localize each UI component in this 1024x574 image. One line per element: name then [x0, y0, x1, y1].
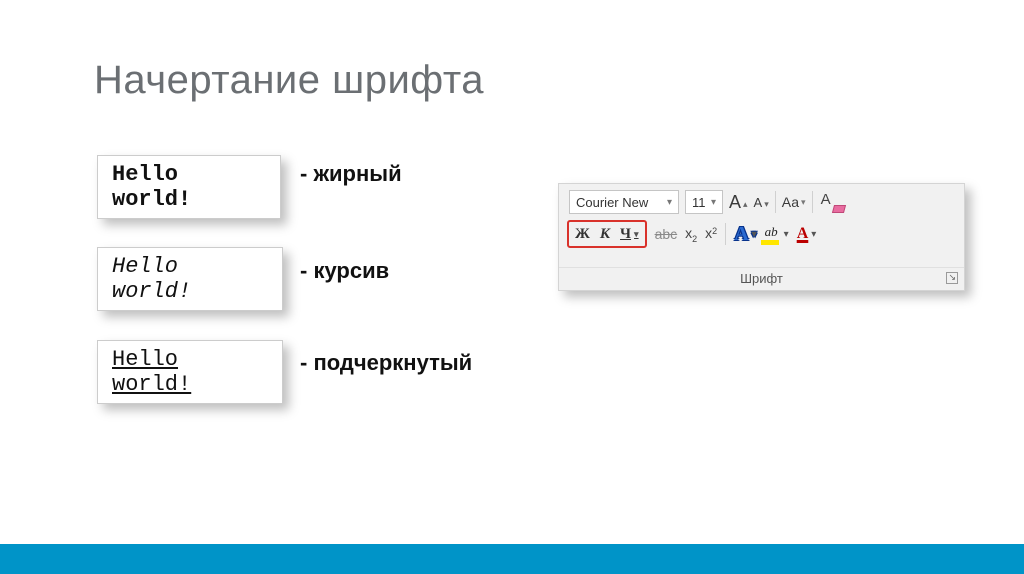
font-ribbon-group: Courier New 11 А▴ А▾ Аа▾ А Ж К Ч▾ abc x2 [558, 183, 965, 291]
font-size-dropdown[interactable]: 11 [685, 190, 723, 214]
grow-font-icon: А [729, 192, 741, 213]
slide-title: Начертание шрифта [94, 58, 484, 103]
shrink-font-icon: А [754, 195, 763, 210]
text-effects-icon: A [734, 223, 748, 246]
superscript-x: x [705, 225, 712, 241]
ribbon-group-label: Шрифт [559, 267, 964, 286]
font-color-button[interactable]: А ▾ [797, 225, 817, 243]
ribbon-row-1: Courier New 11 А▴ А▾ Аа▾ А [559, 184, 964, 218]
label-underline: - подчеркнутый [300, 350, 472, 376]
sample-text-bold: Hello world! [112, 162, 191, 212]
dropdown-arrow-icon: ▾ [634, 229, 639, 240]
dropdown-arrow-icon: ▾ [784, 229, 789, 240]
subscript-button[interactable]: x2 [685, 225, 697, 243]
underline-glyph: Ч [620, 226, 631, 243]
ribbon-row-2: Ж К Ч▾ abc x2 x2 A▾ ab ▾ А ▾ [559, 218, 964, 248]
change-case-button[interactable]: Аа▾ [782, 194, 806, 210]
change-case-icon: Аа [782, 194, 799, 210]
sample-box-italic: Hello world! [97, 247, 283, 311]
separator [775, 191, 776, 213]
dropdown-arrow-icon: ▾ [801, 197, 806, 208]
highlight-bar-icon [761, 240, 779, 245]
separator [812, 191, 813, 213]
shrink-font-button[interactable]: А▾ [754, 195, 769, 210]
sample-text-underline: Hello world! [112, 347, 191, 397]
down-arrow-icon: ▾ [764, 199, 769, 210]
italic-button[interactable]: К [600, 226, 610, 243]
dropdown-arrow-icon: ▾ [752, 229, 757, 240]
font-name-dropdown[interactable]: Courier New [569, 190, 679, 214]
highlight-color-icon: ab [765, 224, 779, 245]
superscript-button[interactable]: x2 [705, 225, 717, 243]
separator [725, 223, 726, 245]
label-italic: - курсив [300, 258, 389, 284]
font-color-icon: А [797, 225, 809, 243]
clear-formatting-a-icon: А [821, 191, 831, 208]
subscript-x: x [685, 225, 692, 241]
highlight-color-button[interactable]: ab ▾ [765, 224, 789, 245]
text-effects-button[interactable]: A▾ [734, 223, 756, 246]
dropdown-arrow-icon: ▾ [811, 229, 816, 240]
sample-box-bold: Hello world! [97, 155, 281, 219]
bottom-accent-bar [0, 544, 1024, 574]
grow-font-button[interactable]: А▴ [729, 192, 748, 213]
font-color-a: А [797, 225, 809, 243]
font-style-highlight-box: Ж К Ч▾ [567, 220, 647, 248]
bold-button[interactable]: Ж [575, 226, 590, 243]
highlight-abc: ab [765, 224, 778, 240]
subscript-2: 2 [692, 234, 697, 244]
sample-text-italic: Hello world! [112, 254, 191, 304]
eraser-icon [831, 205, 845, 213]
sample-box-underline: Hello world! [97, 340, 283, 404]
underline-button[interactable]: Ч▾ [620, 226, 639, 243]
superscript-2: 2 [712, 226, 717, 236]
label-bold: - жирный [300, 161, 402, 187]
clear-formatting-button[interactable]: А [819, 192, 839, 212]
up-arrow-icon: ▴ [743, 199, 748, 210]
strikethrough-button[interactable]: abc [655, 226, 678, 242]
dialog-launcher-button[interactable]: ↘ [946, 272, 958, 284]
